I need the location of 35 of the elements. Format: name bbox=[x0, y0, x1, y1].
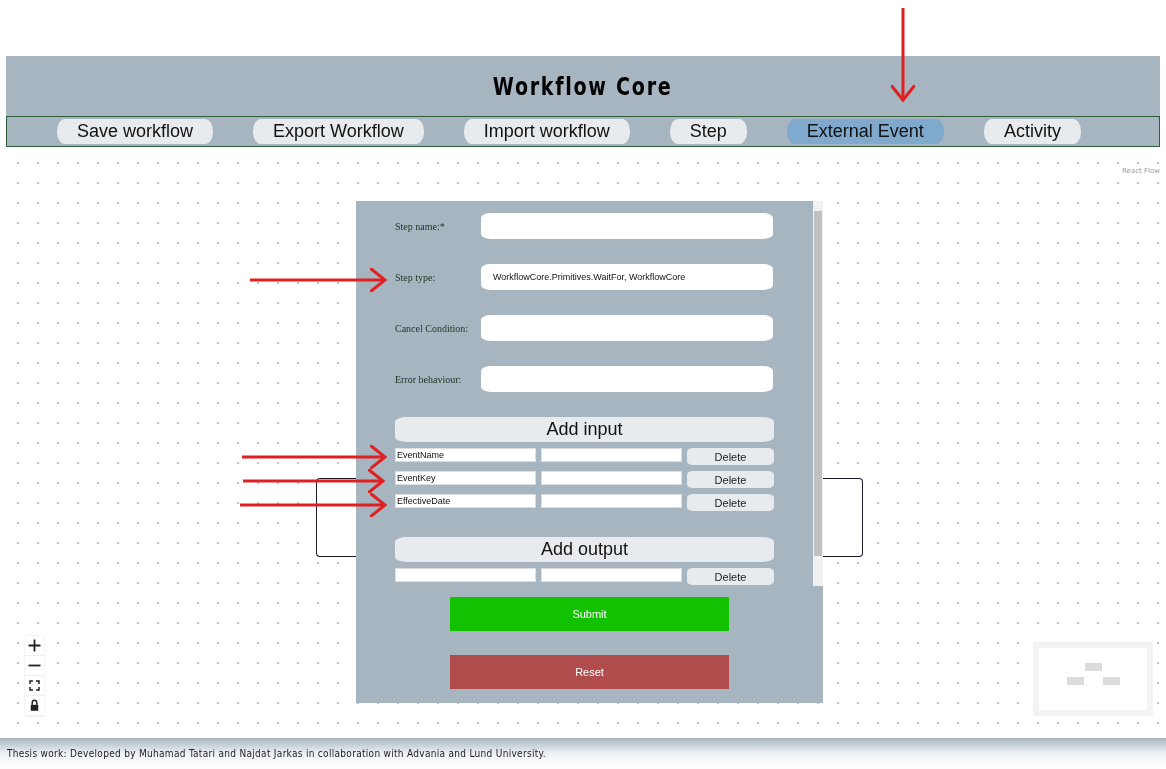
delete-button[interactable]: Delete bbox=[687, 448, 774, 465]
field-label: Step type: bbox=[395, 271, 437, 283]
flow-node[interactable] bbox=[823, 478, 863, 557]
input-field[interactable]: WorkflowCore.Primitives.WaitFor, WorkflowCore bbox=[481, 264, 773, 290]
field-label: Error behaviour: bbox=[395, 373, 463, 385]
name-input-field[interactable] bbox=[395, 568, 536, 582]
value-input-field[interactable] bbox=[541, 494, 682, 508]
toolbar-button[interactable]: Save workflow bbox=[57, 119, 214, 144]
input-field[interactable] bbox=[481, 366, 773, 392]
toolbar-button[interactable]: Step bbox=[669, 119, 747, 144]
delete-button[interactable]: Delete bbox=[687, 494, 774, 511]
name-input-field[interactable]: EventKey bbox=[395, 471, 536, 485]
toolbar-button[interactable]: External Event bbox=[786, 119, 944, 144]
section-header-button[interactable]: Add input bbox=[395, 417, 774, 442]
field-label: Cancel Condition: bbox=[395, 322, 470, 334]
delete-button[interactable]: Delete bbox=[687, 568, 774, 585]
toolbar-button[interactable]: Activity bbox=[983, 119, 1081, 144]
value-input-field[interactable] bbox=[541, 568, 682, 582]
minimap[interactable] bbox=[1033, 642, 1153, 716]
field-label: Step name:* bbox=[395, 220, 446, 232]
toolbar-button[interactable]: Export Workflow bbox=[253, 119, 424, 144]
section-header-button[interactable]: Add output bbox=[395, 537, 774, 562]
value-input-field[interactable] bbox=[541, 471, 682, 485]
scrollbar[interactable] bbox=[813, 201, 823, 586]
delete-button[interactable]: Delete bbox=[687, 471, 774, 488]
reset-button[interactable]: Reset bbox=[450, 655, 729, 689]
name-input-field[interactable]: EventName bbox=[395, 448, 536, 462]
name-input-field[interactable]: EffectiveDate bbox=[395, 494, 536, 508]
app-title: Workflow Core bbox=[493, 71, 673, 101]
input-field[interactable] bbox=[481, 315, 773, 341]
flow-node[interactable] bbox=[316, 478, 356, 557]
value-input-field[interactable] bbox=[541, 448, 682, 462]
input-field[interactable] bbox=[481, 213, 773, 239]
toolbar-button[interactable]: Import workflow bbox=[463, 119, 630, 144]
footer-text: Thesis work: Developed by Muhamad Tatari and Najdat Jarkas in collaboration with Advania and Lund University. bbox=[7, 748, 546, 759]
